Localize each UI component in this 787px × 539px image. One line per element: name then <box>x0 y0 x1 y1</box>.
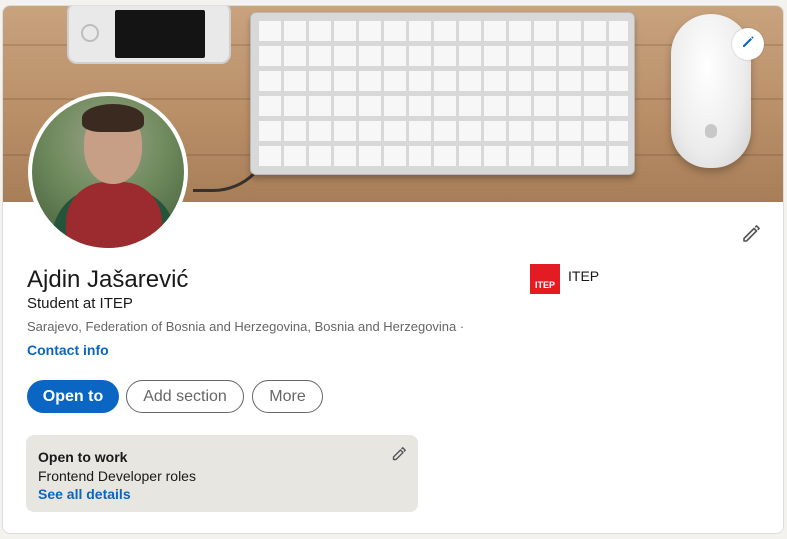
profile-card: Ajdin Jašarević Student at ITEP Sarajevo… <box>2 5 784 534</box>
open-to-work-title: Open to work <box>38 449 128 465</box>
edit-open-to-work-button[interactable] <box>388 445 410 467</box>
profile-location: Sarajevo, Federation of Bosnia and Herze… <box>27 319 465 334</box>
contact-info-link[interactable]: Contact info <box>27 342 109 358</box>
profile-name: Ajdin Jašarević <box>27 266 189 293</box>
avatar[interactable] <box>28 92 188 252</box>
current-company[interactable]: ITEP ITEP <box>530 264 599 294</box>
keyboard-image <box>250 12 635 175</box>
edit-banner-button[interactable] <box>732 28 764 60</box>
open-to-work-box: Open to work Frontend Developer roles Se… <box>26 435 418 512</box>
profile-headline: Student at ITEP <box>27 295 133 312</box>
pencil-icon <box>740 34 756 55</box>
company-name: ITEP <box>568 268 600 284</box>
company-logo: ITEP <box>530 264 560 294</box>
see-all-details-link[interactable]: See all details <box>38 486 406 502</box>
open-to-work-roles: Frontend Developer roles <box>38 468 196 484</box>
pencil-icon <box>391 446 407 467</box>
open-to-button[interactable]: Open to <box>27 380 119 413</box>
pencil-icon <box>740 223 762 250</box>
more-button[interactable]: More <box>252 380 323 413</box>
phone-image <box>67 6 231 64</box>
add-section-button[interactable]: Add section <box>126 380 244 413</box>
edit-profile-button[interactable] <box>737 222 765 250</box>
